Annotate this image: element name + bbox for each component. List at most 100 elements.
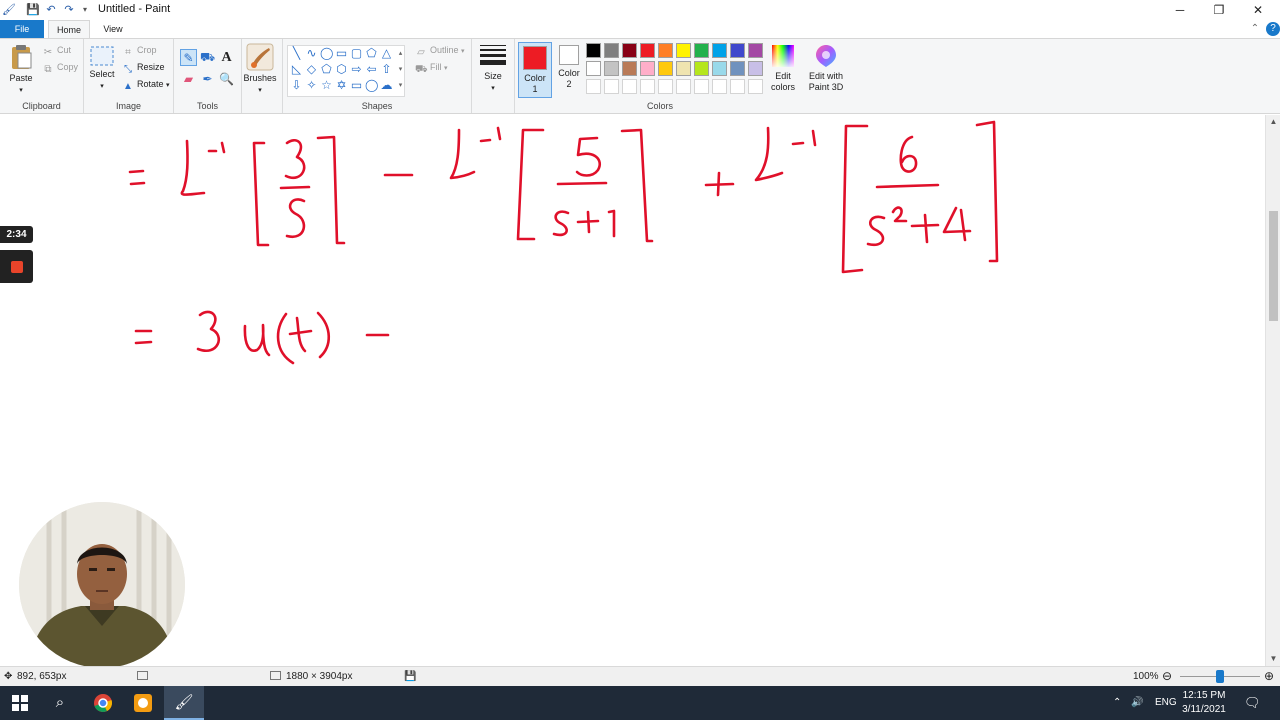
- show-hidden-icons-icon[interactable]: ⌃: [1113, 686, 1121, 720]
- notifications-icon[interactable]: 🗨: [1244, 686, 1261, 720]
- stop-recording-button[interactable]: [0, 250, 33, 283]
- close-button[interactable]: ✕: [1238, 0, 1278, 20]
- palette-color-swatch[interactable]: [658, 61, 673, 76]
- shapes-scroll-up-icon[interactable]: ▴: [394, 47, 407, 60]
- palette-color-swatch[interactable]: [748, 61, 763, 76]
- palette-empty-swatch[interactable]: [658, 79, 673, 94]
- paste-button[interactable]: Paste ▾: [6, 43, 36, 96]
- collapse-ribbon-icon[interactable]: ⌃: [1248, 22, 1262, 36]
- fill-button[interactable]: ⛟ Fill ▾: [415, 62, 448, 76]
- eraser-icon[interactable]: ▰: [180, 71, 197, 88]
- minimize-button[interactable]: ─: [1160, 0, 1200, 20]
- line-shape-icon[interactable]: ╲: [290, 47, 303, 60]
- shapes-scroll-down-icon[interactable]: ▾: [394, 63, 407, 76]
- palette-color-swatch[interactable]: [658, 43, 673, 58]
- palette-color-swatch[interactable]: [604, 43, 619, 58]
- right-arrow-shape-icon[interactable]: ⇨: [350, 63, 363, 76]
- chrome-icon[interactable]: [83, 686, 123, 720]
- palette-color-swatch[interactable]: [640, 43, 655, 58]
- palette-color-swatch[interactable]: [676, 43, 691, 58]
- oval-callout-shape-icon[interactable]: ◯: [365, 79, 378, 92]
- rounded-callout-shape-icon[interactable]: ▭: [350, 79, 363, 92]
- palette-empty-swatch[interactable]: [604, 79, 619, 94]
- edit-with-paint3d-button[interactable]: Edit with Paint 3D: [804, 43, 848, 93]
- paste-dropdown-icon[interactable]: ▾: [19, 87, 23, 94]
- palette-color-swatch[interactable]: [694, 61, 709, 76]
- rounded-rectangle-shape-icon[interactable]: ▢: [350, 47, 363, 60]
- triangle-shape-icon[interactable]: △: [380, 47, 393, 60]
- paint-taskbar-icon[interactable]: 🖌: [164, 686, 204, 720]
- palette-empty-swatch[interactable]: [622, 79, 637, 94]
- palette-color-swatch[interactable]: [640, 61, 655, 76]
- scrollbar-thumb[interactable]: [1269, 211, 1278, 321]
- tab-file[interactable]: File: [0, 20, 44, 38]
- palette-empty-swatch[interactable]: [694, 79, 709, 94]
- copy-button[interactable]: ⧉ Copy: [42, 62, 78, 76]
- palette-color-swatch[interactable]: [712, 43, 727, 58]
- drawing-canvas[interactable]: [0, 115, 1258, 666]
- palette-color-swatch[interactable]: [730, 43, 745, 58]
- select-button[interactable]: Select ▾: [88, 45, 116, 92]
- recorder-app-icon[interactable]: [123, 686, 163, 720]
- palette-color-swatch[interactable]: [748, 43, 763, 58]
- scroll-up-icon[interactable]: ▲: [1266, 115, 1280, 129]
- outline-button[interactable]: ▱ Outline ▾: [415, 45, 464, 59]
- volume-icon[interactable]: 🔊: [1131, 686, 1143, 720]
- color-picker-icon[interactable]: ✒: [199, 71, 216, 88]
- up-arrow-shape-icon[interactable]: ⇧: [380, 63, 393, 76]
- zoom-slider-thumb[interactable]: [1216, 670, 1224, 683]
- help-icon[interactable]: ?: [1266, 22, 1280, 36]
- zoom-in-icon[interactable]: ⊕: [1264, 669, 1274, 683]
- redo-icon[interactable]: ↷: [62, 3, 76, 17]
- palette-color-swatch[interactable]: [622, 43, 637, 58]
- oval-shape-icon[interactable]: ◯: [320, 47, 333, 60]
- system-clock[interactable]: 12:15 PM 3/11/2021: [1178, 689, 1230, 717]
- rotate-button[interactable]: ▲ Rotate ▾: [122, 79, 170, 93]
- zoom-slider[interactable]: [1180, 670, 1260, 683]
- palette-empty-swatch[interactable]: [676, 79, 691, 94]
- palette-color-swatch[interactable]: [712, 61, 727, 76]
- palette-empty-swatch[interactable]: [730, 79, 745, 94]
- pencil-icon[interactable]: ✎: [180, 49, 197, 66]
- five-point-star-shape-icon[interactable]: ☆: [320, 79, 333, 92]
- crop-button[interactable]: ⌗ Crop: [122, 45, 156, 59]
- zoom-out-icon[interactable]: ⊖: [1162, 669, 1172, 683]
- palette-empty-swatch[interactable]: [640, 79, 655, 94]
- palette-color-swatch[interactable]: [730, 61, 745, 76]
- search-icon[interactable]: ⌕: [40, 686, 80, 720]
- scroll-down-icon[interactable]: ▼: [1266, 652, 1280, 666]
- select-dropdown-icon[interactable]: ▾: [100, 83, 104, 90]
- magnifier-icon[interactable]: 🔍: [218, 71, 235, 88]
- left-arrow-shape-icon[interactable]: ⇦: [365, 63, 378, 76]
- undo-icon[interactable]: ↶: [44, 3, 58, 17]
- down-arrow-shape-icon[interactable]: ⇩: [290, 79, 303, 92]
- palette-empty-swatch[interactable]: [586, 79, 601, 94]
- vertical-scrollbar[interactable]: ▲ ▼: [1265, 115, 1280, 666]
- right-triangle-shape-icon[interactable]: ◺: [290, 63, 303, 76]
- brushes-button[interactable]: Brushes ▾: [243, 43, 277, 96]
- customize-qat-icon[interactable]: ▾: [78, 3, 92, 17]
- palette-color-swatch[interactable]: [586, 43, 601, 58]
- polygon-shape-icon[interactable]: ⬠: [365, 47, 378, 60]
- cloud-callout-shape-icon[interactable]: ☁: [380, 79, 393, 92]
- resize-button[interactable]: ⤡ Resize: [122, 62, 165, 76]
- windows-start-icon[interactable]: [0, 686, 40, 720]
- fill-bucket-icon[interactable]: ⛟: [199, 49, 216, 66]
- hexagon-shape-icon[interactable]: ⬡: [335, 63, 348, 76]
- four-point-star-shape-icon[interactable]: ✧: [305, 79, 318, 92]
- color2-button[interactable]: Color 2: [555, 42, 583, 90]
- curve-shape-icon[interactable]: ∿: [305, 47, 318, 60]
- palette-color-swatch[interactable]: [694, 43, 709, 58]
- tab-view[interactable]: View: [96, 20, 130, 38]
- cut-button[interactable]: ✂ Cut: [42, 45, 71, 59]
- tab-home[interactable]: Home: [48, 20, 90, 38]
- size-button[interactable]: Size ▾: [476, 43, 510, 94]
- color1-button[interactable]: Color 1: [518, 42, 552, 98]
- palette-color-swatch[interactable]: [586, 61, 601, 76]
- text-tool-icon[interactable]: A: [218, 49, 235, 66]
- palette-color-swatch[interactable]: [604, 61, 619, 76]
- six-point-star-shape-icon[interactable]: ✡: [335, 79, 348, 92]
- rectangle-shape-icon[interactable]: ▭: [335, 47, 348, 60]
- shapes-more-icon[interactable]: ▾: [394, 79, 407, 92]
- palette-empty-swatch[interactable]: [712, 79, 727, 94]
